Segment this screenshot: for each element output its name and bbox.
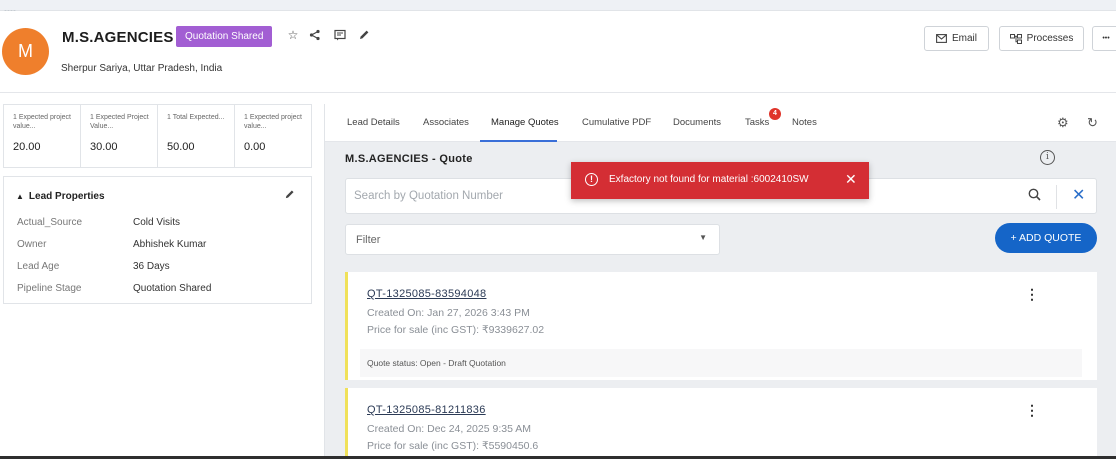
more-button[interactable]: ••• xyxy=(1092,26,1116,51)
property-value: Cold Visits xyxy=(133,217,181,228)
metric-value: 50.00 xyxy=(167,141,195,153)
tab-bar: Lead Details Associates Manage Quotes Cu… xyxy=(325,104,1116,142)
tasks-count-badge: 4 xyxy=(769,108,781,120)
tab-tasks[interactable]: Tasks xyxy=(745,117,769,128)
quote-number-link[interactable]: QT-1325085-81211836 xyxy=(367,404,486,416)
quote-status: Quote status: Open - Draft Quotation xyxy=(360,349,1082,377)
property-key: Owner xyxy=(17,239,47,250)
kebab-menu-icon[interactable]: ⋮ xyxy=(1025,286,1039,303)
property-key: Actual_Source xyxy=(17,217,83,228)
tab-associates[interactable]: Associates xyxy=(423,117,469,128)
property-value: Abhishek Kumar xyxy=(133,239,207,250)
tab-notes[interactable]: Notes xyxy=(792,117,817,128)
star-icon[interactable]: ☆ xyxy=(285,27,301,43)
email-button[interactable]: Email xyxy=(924,26,989,51)
account-location: Sherpur Sariya, Uttar Pradesh, India xyxy=(61,63,223,74)
status-badge: Quotation Shared xyxy=(176,26,273,47)
lead-properties-title: Lead Properties xyxy=(28,191,105,202)
metric-card: 1 Expected Project Value... 30.00 xyxy=(81,105,158,167)
close-icon[interactable]: ✕ xyxy=(845,171,857,188)
main-panel: Lead Details Associates Manage Quotes Cu… xyxy=(324,104,1116,459)
top-strip: ssss xyxy=(0,0,1116,16)
property-key: Pipeline Stage xyxy=(17,283,82,294)
quote-card[interactable]: QT-1325085-81211836 Created On: Dec 24, … xyxy=(345,388,1097,459)
chevron-down-icon: ▼ xyxy=(699,233,707,242)
note-icon[interactable] xyxy=(332,27,348,43)
quote-section-title: M.S.AGENCIES - Quote xyxy=(345,153,473,165)
error-toast: ! Exfactory not found for material :6002… xyxy=(571,162,869,199)
account-header: M M.S.AGENCIES Quotation Shared ☆ Sherpu… xyxy=(0,11,1116,93)
property-key: Lead Age xyxy=(17,261,60,272)
property-value: Quotation Shared xyxy=(133,283,212,294)
gear-icon[interactable]: ⚙ xyxy=(1057,115,1069,131)
info-icon[interactable]: i xyxy=(1040,150,1055,165)
metric-label: 1 Total Expected... xyxy=(167,114,225,121)
filter-dropdown[interactable]: Filter ▼ xyxy=(345,224,720,255)
lead-properties-header[interactable]: ▲ Lead Properties xyxy=(16,191,105,202)
metric-label: 1 Expected project value... xyxy=(13,114,71,130)
quote-number-link[interactable]: QT-1325085-83594048 xyxy=(367,288,486,300)
metric-label: 1 Expected project value... xyxy=(244,114,302,130)
processes-button-label: Processes xyxy=(1026,33,1074,44)
quote-created-on: Created On: Dec 24, 2025 9:35 AM xyxy=(367,423,532,435)
property-row: Lead Age 36 Days xyxy=(17,261,170,272)
property-row: Owner Abhishek Kumar xyxy=(17,239,206,250)
search-divider xyxy=(1056,185,1057,209)
metric-label: 1 Expected Project Value... xyxy=(90,114,149,130)
metric-card: 1 Total Expected... 50.00 xyxy=(158,105,235,167)
property-row: Actual_Source Cold Visits xyxy=(17,217,180,228)
filter-label: Filter xyxy=(356,234,381,246)
add-quote-button[interactable]: + ADD QUOTE xyxy=(995,223,1097,253)
quote-created-on: Created On: Jan 27, 2026 3:43 PM xyxy=(367,307,530,319)
quote-card[interactable]: QT-1325085-83594048 Created On: Jan 27, … xyxy=(345,272,1097,380)
metric-value: 30.00 xyxy=(90,141,118,153)
chevron-up-icon: ▲ xyxy=(16,192,24,201)
kebab-menu-icon[interactable]: ⋮ xyxy=(1025,402,1039,419)
edit-icon[interactable] xyxy=(356,27,372,43)
flow-icon xyxy=(1009,33,1022,44)
tab-cumulative-pdf[interactable]: Cumulative PDF xyxy=(582,117,651,128)
tab-documents[interactable]: Documents xyxy=(673,117,721,128)
close-icon[interactable]: ✕ xyxy=(1072,185,1085,205)
email-button-label: Email xyxy=(951,33,977,44)
edit-properties-icon[interactable] xyxy=(284,189,295,203)
metric-value: 20.00 xyxy=(13,141,41,153)
metric-card: 1 Expected project value... 20.00 xyxy=(4,105,81,167)
lead-properties-panel: ▲ Lead Properties Actual_Source Cold Visit… xyxy=(3,176,312,304)
metric-card: 1 Expected project value... 0.00 xyxy=(235,105,311,167)
share-icon[interactable] xyxy=(307,27,323,43)
tab-lead-details[interactable]: Lead Details xyxy=(347,117,400,128)
metric-value: 0.00 xyxy=(244,141,266,153)
account-name: M.S.AGENCIES xyxy=(62,29,174,46)
error-icon: ! xyxy=(585,173,598,186)
quote-price: Price for sale (inc GST): ₹5590450.6 xyxy=(367,440,539,452)
search-icon[interactable] xyxy=(1028,188,1041,204)
toast-message: Exfactory not found for material :600241… xyxy=(609,174,809,185)
avatar: M xyxy=(2,28,49,75)
processes-button[interactable]: Processes xyxy=(999,26,1084,51)
property-value: 36 Days xyxy=(133,261,170,272)
metrics-panel: 1 Expected project value... 20.00 1 Expe… xyxy=(3,104,312,168)
refresh-icon[interactable]: ↻ xyxy=(1087,115,1098,131)
quote-price: Price for sale (inc GST): ₹9339627.02 xyxy=(367,324,545,336)
mail-icon xyxy=(936,34,947,43)
property-row: Pipeline Stage Quotation Shared xyxy=(17,283,211,294)
tab-manage-quotes[interactable]: Manage Quotes xyxy=(491,117,559,128)
